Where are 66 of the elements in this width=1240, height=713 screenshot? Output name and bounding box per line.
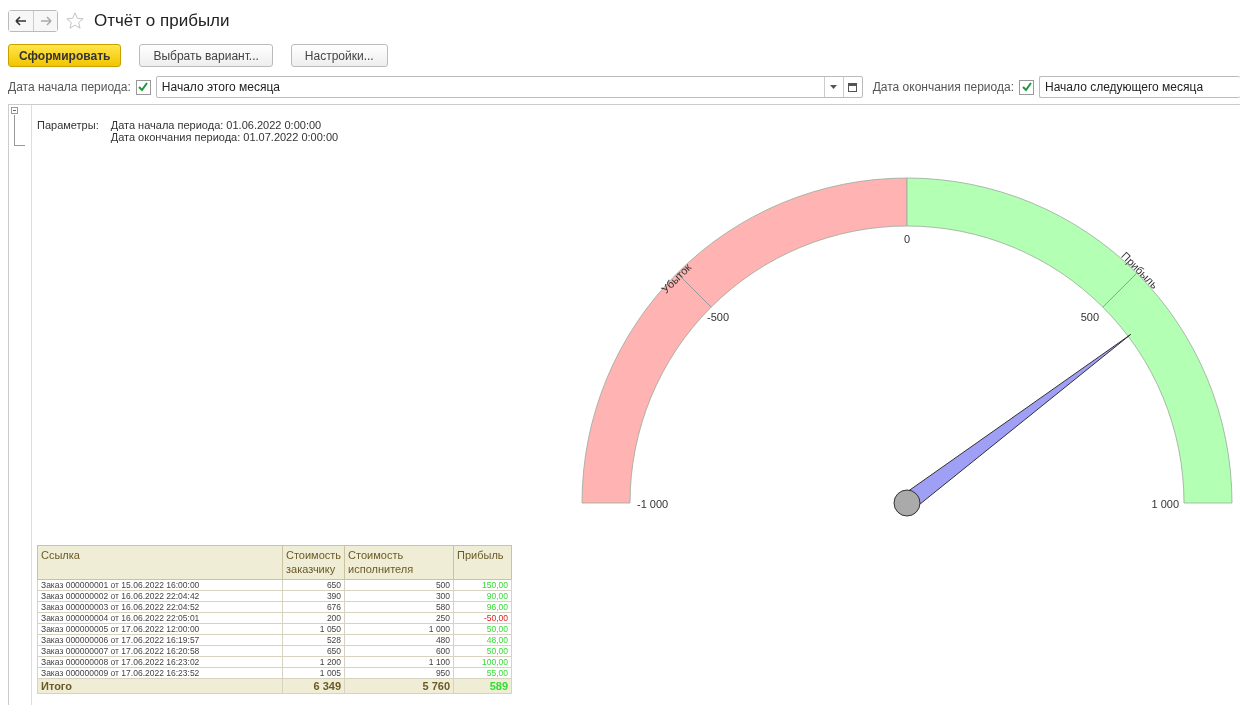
table-cell: Заказ 000000001 от 15.06.2022 16:00:00 xyxy=(37,579,283,591)
table-cell: 1 100 xyxy=(344,656,454,668)
generate-button[interactable]: Сформировать xyxy=(8,44,122,67)
table-cell: Заказ 000000008 от 17.06.2022 16:23:02 xyxy=(37,656,283,668)
checkbox[interactable] xyxy=(135,79,151,95)
column-header: Ссылка xyxy=(37,545,283,580)
table-cell: 500 xyxy=(344,579,454,591)
parameters-label: Параметры: xyxy=(37,119,99,133)
collapse-toggle[interactable] xyxy=(11,107,18,114)
period-field[interactable]: Начало этого месяца xyxy=(155,76,863,98)
table-cell: Заказ 000000003 от 16.06.2022 22:04:52 xyxy=(37,601,283,613)
parameter-text: Дата окончания периода: 01.07.2022 0:00:00 xyxy=(110,131,339,143)
field-label: Дата окончания периода: xyxy=(872,80,1014,94)
table-cell: 580 xyxy=(344,601,454,613)
group-bracket xyxy=(14,115,25,146)
table-cell: 96,00 xyxy=(453,601,512,613)
table-cell: 390 xyxy=(282,590,345,602)
table-cell: 50,00 xyxy=(453,645,512,657)
table-cell: 300 xyxy=(344,590,454,602)
table-cell: 650 xyxy=(282,645,345,657)
window-title: Отчёт о прибыли xyxy=(94,11,230,31)
table-cell: 1 200 xyxy=(282,656,345,668)
tick-label: 500 xyxy=(1080,311,1099,323)
parameter-text: Дата начала периода: 01.06.2022 0:00:00 xyxy=(110,119,323,131)
table-cell: 50,00 xyxy=(453,623,512,635)
column-header: Стоимость исполнителя xyxy=(344,545,454,580)
table-cell: Заказ 000000005 от 17.06.2022 12:00:00 xyxy=(37,623,283,635)
tick-label: -500 xyxy=(707,311,730,323)
table-cell: Заказ 000000004 от 16.06.2022 22:05:01 xyxy=(37,612,283,624)
column-header: Стоимость заказчику xyxy=(282,545,345,580)
toolbar-button[interactable]: Настройки... xyxy=(290,44,388,67)
toolbar-button[interactable]: Выбрать вариант... xyxy=(139,44,273,67)
back-arrow-icon xyxy=(15,16,27,26)
column-header: Прибыль xyxy=(453,545,512,580)
checkbox[interactable] xyxy=(1019,79,1034,95)
table-cell: 650 xyxy=(282,579,345,591)
table-cell: Заказ 000000002 от 16.06.2022 22:04:42 xyxy=(37,590,283,602)
table-cell: 600 xyxy=(344,645,454,657)
table-cell: 100,00 xyxy=(453,656,512,668)
table-cell: 1 050 xyxy=(282,623,345,635)
table-cell: 200 xyxy=(282,612,345,624)
table-cell: 55,00 xyxy=(453,667,512,679)
table-cell: Заказ 000000006 от 17.06.2022 16:19:57 xyxy=(37,634,283,646)
table-cell: 48,00 xyxy=(453,634,512,646)
period-field[interactable]: Начало следующего месяца xyxy=(1039,76,1240,98)
tick-label: 1 000 xyxy=(1151,498,1179,510)
table-cell: 676 xyxy=(282,601,345,613)
table-cell: 150,00 xyxy=(453,579,512,591)
table-cell: 1 005 xyxy=(282,667,345,679)
table-cell: 528 xyxy=(282,634,345,646)
table-cell: 1 000 xyxy=(344,623,454,635)
dropdown-icon[interactable] xyxy=(830,85,838,89)
field-label: Дата начала периода: xyxy=(8,80,131,94)
star-icon[interactable] xyxy=(66,12,84,30)
table-cell: Заказ 000000009 от 17.06.2022 16:23:52 xyxy=(37,667,283,679)
table-cell: 90,00 xyxy=(453,590,512,602)
table-cell: 950 xyxy=(344,667,454,679)
table-cell: -50,00 xyxy=(453,612,512,624)
table-cell: 480 xyxy=(344,634,454,646)
calendar-icon[interactable] xyxy=(848,82,858,92)
forward-arrow-icon xyxy=(39,16,52,26)
back-button[interactable] xyxy=(9,11,33,31)
tick-label: -1 000 xyxy=(637,498,669,510)
table-cell: 250 xyxy=(344,612,454,624)
tick-label: 0 xyxy=(903,233,911,245)
table-cell: Заказ 000000007 от 17.06.2022 16:20:58 xyxy=(37,645,283,657)
